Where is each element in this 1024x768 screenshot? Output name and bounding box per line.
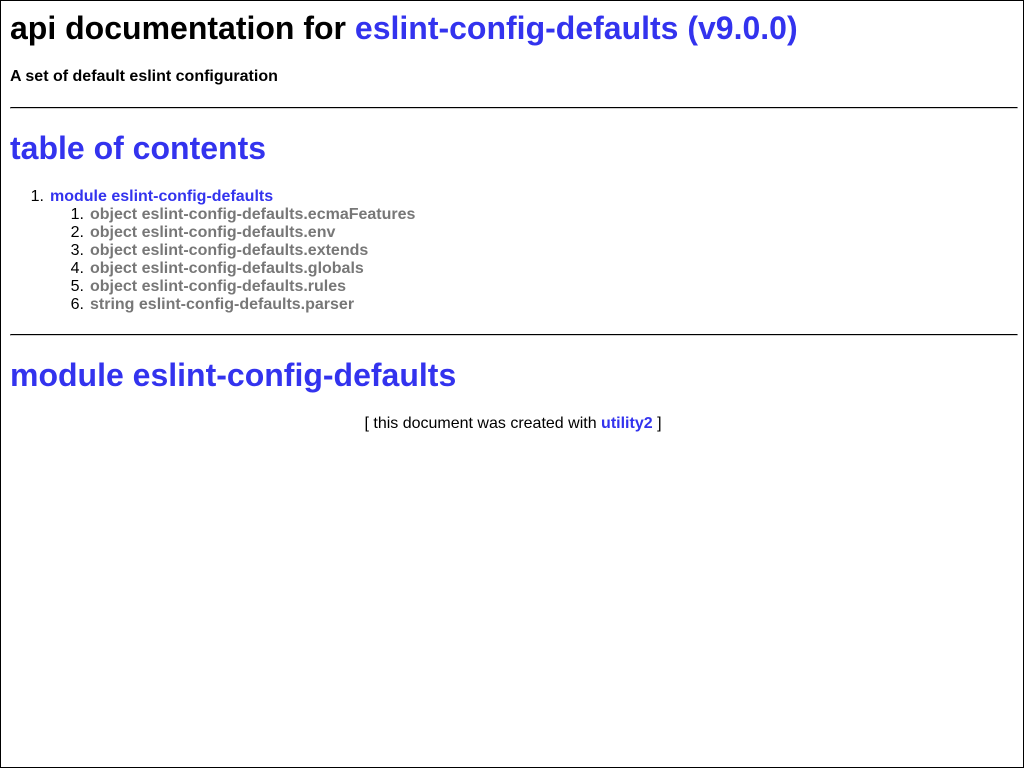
toc-module-link[interactable]: module eslint-config-defaults [50, 188, 273, 205]
toc-sublist: 1. object eslint-config-defaults.ecmaFea… [50, 206, 416, 314]
page-title: api documentation for eslint-config-defa… [10, 10, 1016, 46]
divider [10, 334, 1018, 336]
toc-link-extends[interactable]: object eslint-config-defaults.extends [90, 242, 368, 259]
toc-link-ecmafeatures[interactable]: object eslint-config-defaults.ecmaFeatur… [90, 206, 415, 223]
toc-item-number: 5. [70, 278, 84, 295]
toc-item-number: 1. [70, 206, 84, 223]
toc-link-globals[interactable]: object eslint-config-defaults.globals [90, 260, 364, 277]
footer: [ this document was created with utility… [10, 414, 1016, 434]
toc-heading: table of contents [10, 130, 266, 166]
toc-item-ecmafeatures: 1. object eslint-config-defaults.ecmaFea… [50, 206, 416, 224]
toc-item-number: 2. [70, 224, 84, 241]
toc-item-extends: 3. object eslint-config-defaults.extends [50, 242, 415, 260]
table-of-contents: 1. module eslint-config-defaults 1. obje… [10, 188, 416, 314]
toc-module-number: 1. [30, 188, 44, 205]
page: api documentation for eslint-config-defa… [10, 1, 1018, 432]
toc-item-number: 3. [70, 242, 84, 259]
toc-link-parser[interactable]: string eslint-config-defaults.parser [90, 296, 354, 313]
utility2-link[interactable]: utility2 [601, 415, 653, 432]
toc-item-env: 2. object eslint-config-defaults.env [50, 224, 415, 242]
toc-item-number: 4. [70, 260, 84, 277]
module-heading-link[interactable]: module eslint-config-defaults [10, 357, 456, 393]
toc-item-globals: 4. object eslint-config-defaults.globals [50, 260, 415, 278]
toc-link-rules[interactable]: object eslint-config-defaults.rules [90, 278, 346, 295]
toc-module-item: 1. module eslint-config-defaults 1. obje… [10, 188, 416, 314]
page-title-prefix: api documentation for [10, 10, 346, 46]
toc-heading-link[interactable]: table of contents [10, 130, 266, 166]
package-link[interactable]: eslint-config-defaults (v9.0.0) [355, 10, 798, 46]
footer-suffix: ] [657, 415, 662, 432]
toc-link-env[interactable]: object eslint-config-defaults.env [90, 224, 335, 241]
divider [10, 107, 1018, 109]
toc-item-rules: 5. object eslint-config-defaults.rules [50, 278, 415, 296]
toc-item-number: 6. [70, 296, 84, 313]
toc-item-parser: 6. string eslint-config-defaults.parser [50, 296, 415, 314]
module-heading: module eslint-config-defaults [10, 357, 456, 393]
package-description: A set of default eslint configuration [10, 68, 278, 85]
footer-prefix: [ this document was created with [364, 415, 597, 432]
